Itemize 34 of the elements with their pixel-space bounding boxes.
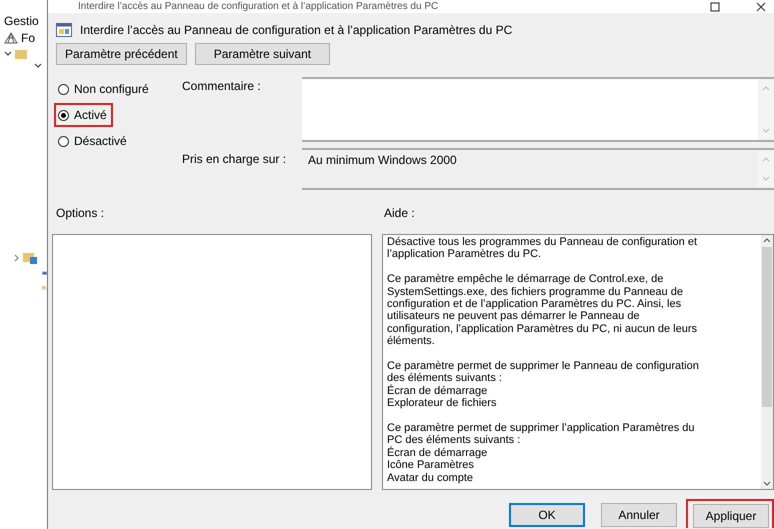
help-paragraph: Ce paramètre empêche le démarrage de Control.exe, de SystemSettings.exe, des fichiers programme du Panneau de configuration et de l’application Paramètres du PC. Ainsi, les utilisateurs ne peuvent pas démarrer le Panneau de configuration, l’application Paramètres du PC, ni aucun de leurs éléments. [387, 273, 698, 348]
comment-field[interactable] [302, 77, 774, 142]
help-label: Aide : [384, 206, 415, 220]
scrollbar-thumb[interactable] [762, 247, 772, 407]
close-icon[interactable] [756, 2, 766, 12]
scroll-down-icon[interactable] [763, 481, 771, 486]
dialog-button[interactable]: OK [509, 503, 585, 527]
maximize-icon[interactable] [710, 2, 720, 12]
help-paragraph: Ce paramètre permet de supprimer l’application Paramètres du PC des éléments suivants : Écran de démarrage Icône Paramètres Avatar du compte [387, 422, 696, 484]
chevron-icon[interactable] [34, 63, 42, 69]
comment-label: Commentaire : [182, 78, 262, 95]
options-label: Options : [56, 206, 106, 220]
supported-on-value: Au minimum Windows 2000 [307, 152, 458, 169]
help-paragraph: Ce paramètre permet de supprimer le Panneau de configuration des éléments suivants : Écran de démarrage Explorateur de fichiers [387, 360, 700, 410]
scroll-up-icon[interactable] [763, 238, 771, 243]
dialog-button[interactable]: Annuler [601, 503, 677, 527]
tree-item[interactable]: Fo [21, 31, 36, 45]
window-title: Interdire l’accès au Panneau de configuration et à l’application Paramètres du PC [78, 1, 440, 12]
chevron-icon[interactable] [4, 51, 12, 57]
radio-option[interactable]: Activé [58, 106, 107, 124]
dialog-button[interactable]: Appliquer [693, 504, 769, 528]
help-paragraph: Désactive tous les programmes du Panneau de configuration et l’application Paramètres du PC. [387, 236, 698, 261]
folder-icon [15, 48, 27, 60]
tree-header: Gestio [4, 14, 40, 28]
scrollbar[interactable] [761, 235, 773, 489]
radio-option[interactable]: Désactivé [58, 132, 127, 150]
supported-on-label: Pris en charge sur : [182, 151, 288, 168]
nav-button[interactable]: Paramètre suivant [194, 43, 330, 65]
policy-icon [56, 23, 72, 37]
radio-option[interactable]: Non configuré [58, 80, 149, 98]
triangle-icon [4, 32, 18, 44]
policy-title: Interdire l’accès au Panneau de configuration et à l’application Paramètres du PC [80, 23, 512, 37]
nav-button[interactable]: Paramètre précédent [56, 43, 187, 65]
folder-icon [23, 252, 37, 264]
